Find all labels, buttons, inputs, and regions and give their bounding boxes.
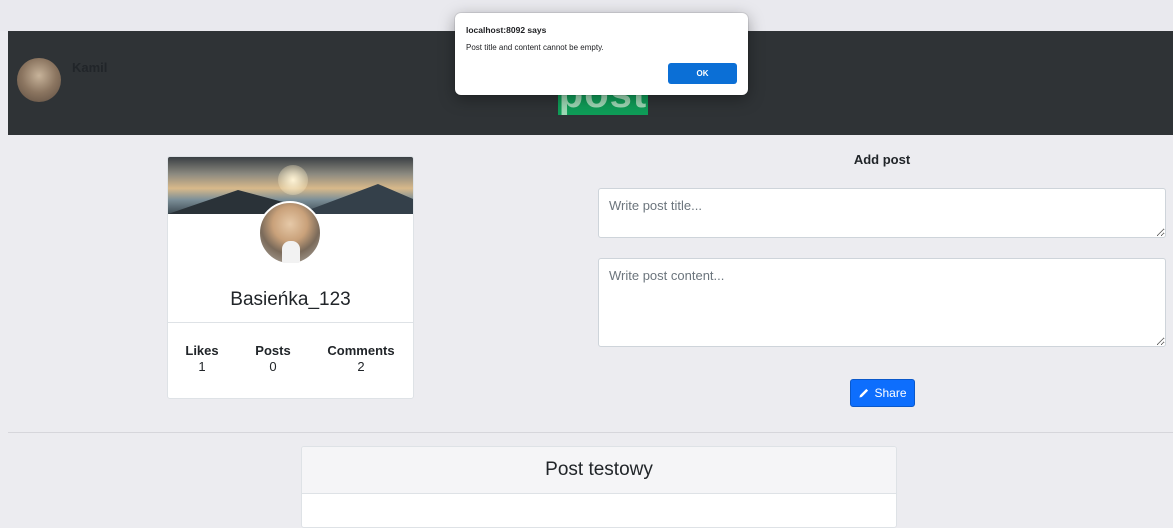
stat-value: 0 (269, 359, 277, 374)
profile-avatar (258, 201, 322, 265)
post-content-input[interactable] (598, 258, 1166, 347)
section-divider (8, 432, 1173, 433)
stat-label: Posts (255, 343, 291, 358)
stat-label: Likes (185, 343, 219, 358)
post-author-name: Kamil (72, 60, 108, 75)
stat-value: 2 (357, 359, 365, 374)
stat-value: 1 (198, 359, 206, 374)
add-post-heading: Add post (853, 152, 911, 167)
post-author-avatar (17, 58, 61, 102)
alert-ok-button[interactable]: OK (668, 63, 737, 84)
profile-username: Basieńka_123 (230, 289, 351, 310)
stat-label: Comments (327, 343, 395, 358)
stat-posts: Posts 0 (250, 343, 296, 375)
share-button[interactable]: Share (850, 379, 915, 407)
profile-card: Basieńka_123 Likes 1 Posts 0 Comments 2 (167, 156, 414, 399)
post-title: Post testowy (302, 447, 896, 494)
cover-mountain (298, 184, 413, 214)
share-button-label: Share (874, 386, 907, 400)
profile-divider (168, 322, 413, 323)
post-title-input[interactable] (598, 188, 1166, 238)
alert-message: Post title and content cannot be empty. (466, 43, 604, 52)
alert-title: localhost:8092 says (466, 25, 547, 35)
stat-likes: Likes 1 (180, 343, 224, 375)
pencil-icon (859, 388, 869, 398)
stat-comments: Comments 2 (326, 343, 396, 375)
